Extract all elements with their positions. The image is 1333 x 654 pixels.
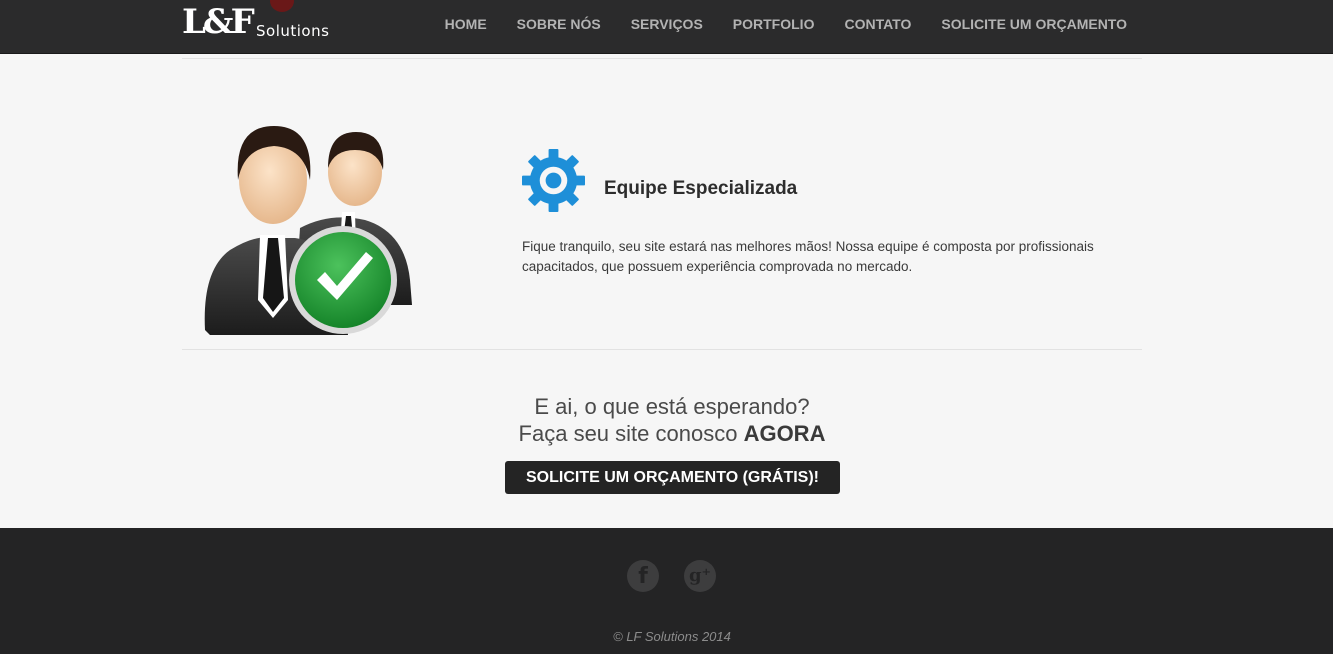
feature-description: Fique tranquilo, seu site estará nas mel… (522, 239, 1094, 274)
logo-mark: L&F (182, 2, 255, 42)
logo-subtitle: Solutions (256, 22, 330, 40)
copyright: © LF Solutions 2014 (613, 629, 731, 644)
cta-heading: E ai, o que está esperando? (534, 394, 810, 419)
gear-icon (522, 149, 585, 212)
divider-middle (182, 349, 1142, 350)
nav-contato[interactable]: CONTATO (844, 0, 911, 48)
cta-emphasis: AGORA (743, 421, 826, 446)
main-nav: HOME SOBRE NÓS SERVIÇOS PORTFOLIO CONTAT… (445, 0, 1127, 48)
google-plus-icon[interactable]: g⁺ (684, 560, 716, 592)
site-logo[interactable]: L&F Solutions (182, 0, 342, 48)
nav-portfolio[interactable]: PORTFOLIO (733, 0, 815, 48)
facebook-icon[interactable]: f (627, 560, 659, 592)
feature-title: Equipe Especializada (604, 178, 798, 199)
nav-home[interactable]: HOME (445, 0, 487, 48)
divider-top (182, 58, 1142, 59)
site-footer: f g⁺ © LF Solutions 2014 (0, 528, 1333, 654)
request-quote-button[interactable]: SOLICITE UM ORÇAMENTO (GRÁTIS)! (505, 461, 840, 494)
site-header: L&F Solutions HOME SOBRE NÓS SERVIÇOS PO… (0, 0, 1333, 54)
cta-subheading: Faça seu site conosco AGORA (0, 421, 1333, 447)
nav-sobre-nos[interactable]: SOBRE NÓS (517, 0, 601, 48)
nav-servicos[interactable]: SERVIÇOS (631, 0, 703, 48)
cta-subheading-text: Faça seu site conosco (518, 421, 744, 446)
team-check-icon (204, 126, 412, 335)
logo-dot (270, 0, 294, 12)
nav-solicite-orcamento[interactable]: SOLICITE UM ORÇAMENTO (941, 0, 1127, 48)
